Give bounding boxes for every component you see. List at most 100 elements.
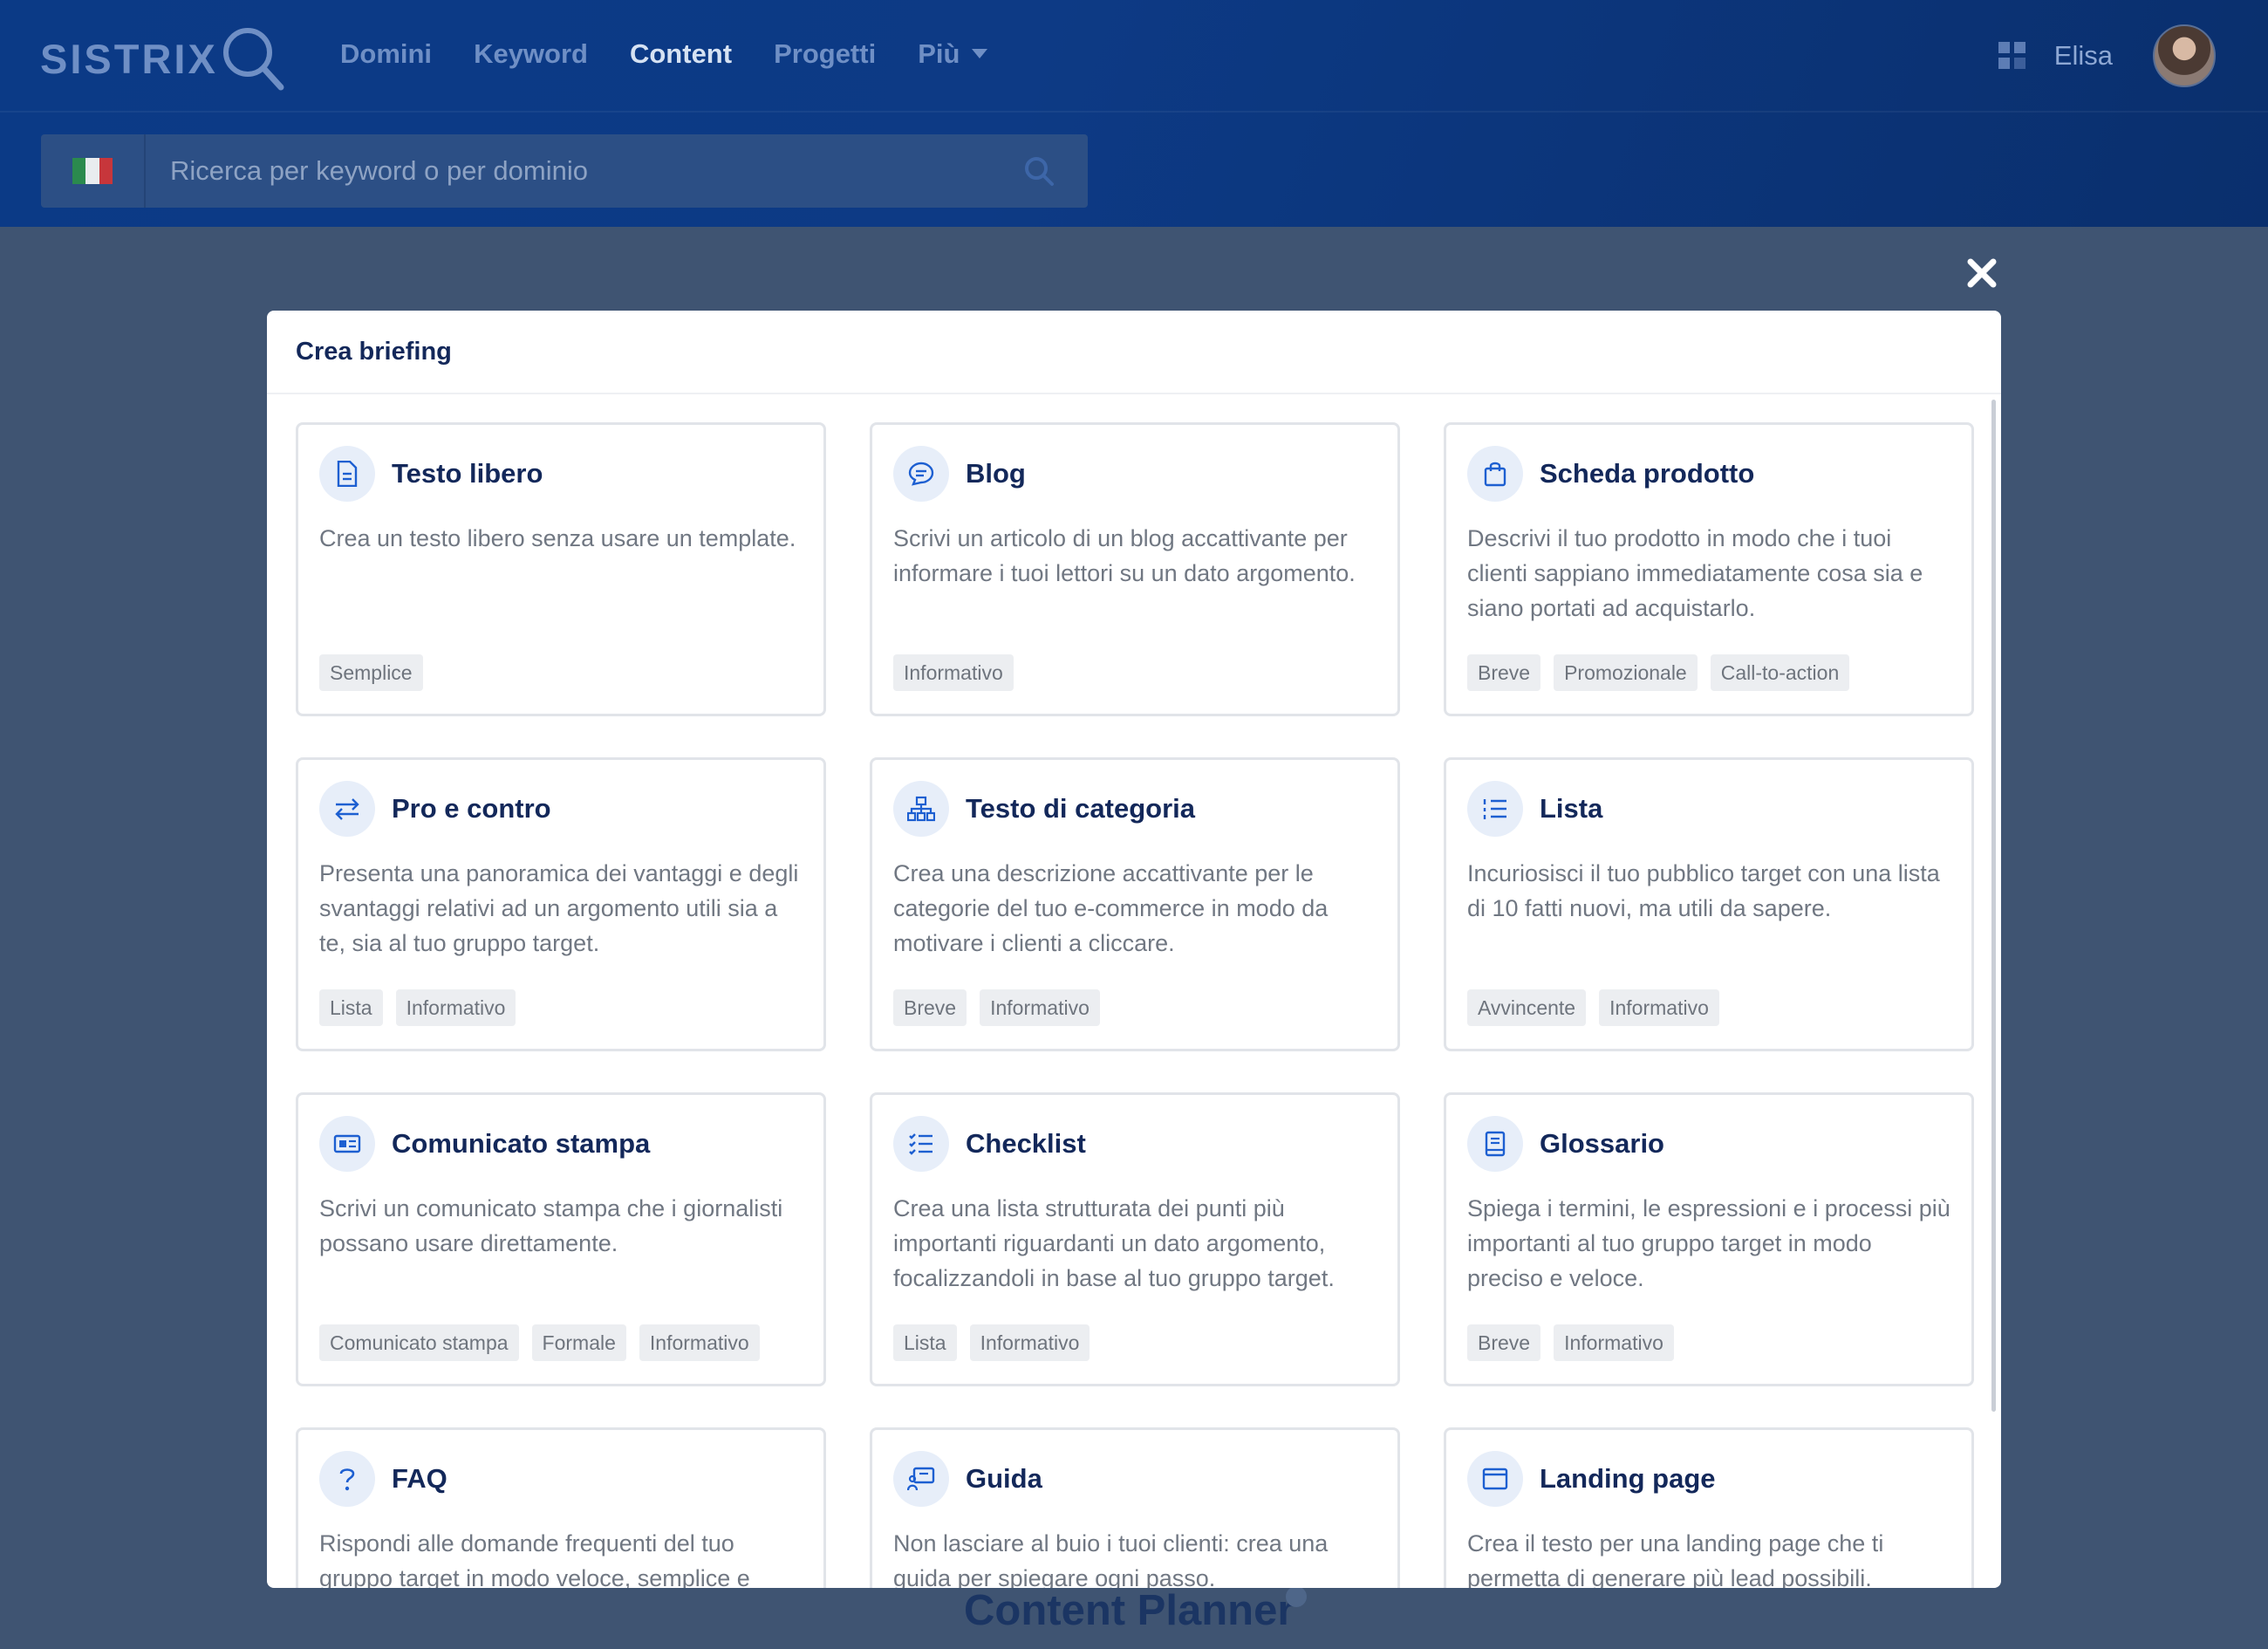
arrows-swap-icon [319, 781, 375, 837]
search-bar [41, 134, 1088, 208]
nav-content[interactable]: Content [630, 38, 732, 70]
template-grid: Testo libero Crea un testo libero senza … [296, 422, 1975, 1588]
card-description: Presenta una panoramica dei vantaggi e d… [319, 860, 799, 956]
card-header: FAQ [319, 1451, 803, 1507]
question-icon [319, 1451, 375, 1507]
card-title: Scheda prodotto [1540, 458, 1755, 489]
template-card-scheda-prodotto[interactable]: Scheda prodotto Descrivi il tuo prodotto… [1444, 422, 1974, 716]
card-header: Scheda prodotto [1467, 446, 1950, 502]
tag: Breve [893, 989, 967, 1026]
nav-progetti[interactable]: Progetti [774, 38, 876, 70]
card-description: Crea un testo libero senza usare un temp… [319, 525, 796, 551]
card-title: Testo di categoria [966, 793, 1195, 824]
presentation-icon [893, 1451, 949, 1507]
user-area: Elisa [1998, 24, 2216, 87]
tag: Promozionale [1554, 654, 1698, 691]
tag: Informativo [969, 1324, 1090, 1361]
card-description: Rispondi alle domande frequenti del tuo … [319, 1530, 750, 1588]
country-selector[interactable] [41, 134, 146, 208]
tag: Breve [1467, 654, 1541, 691]
user-name[interactable]: Elisa [2054, 40, 2113, 72]
card-description: Crea il testo per una landing page che t… [1467, 1530, 1884, 1588]
page-title: Content Planner [964, 1587, 1295, 1634]
tag: Informativo [893, 654, 1014, 691]
card-description: Crea una lista strutturata dei punti più… [893, 1195, 1335, 1291]
card-header: Guida [893, 1451, 1377, 1507]
header-divider [0, 111, 2268, 113]
card-tags: Avvincente Informativo [1467, 989, 1732, 1026]
tag: Comunicato stampa [319, 1324, 519, 1361]
card-description: Spiega i termini, le espressioni e i pro… [1467, 1195, 1950, 1291]
modal-body: Testo libero Crea un testo libero senza … [296, 422, 1975, 1588]
nav-bar: SISTRIX Domini Keyword Content Progetti … [0, 0, 2268, 112]
card-title: Testo libero [392, 458, 543, 489]
card-description: Descrivi il tuo prodotto in modo che i t… [1467, 525, 1923, 621]
modal-title: Crea briefing [296, 337, 452, 366]
card-description: Scrivi un articolo di un blog accattivan… [893, 525, 1356, 586]
caret-down-icon [972, 49, 988, 58]
card-title: Blog [966, 458, 1026, 489]
sistrix-logo[interactable]: SISTRIX [40, 26, 284, 91]
tag: Lista [893, 1324, 957, 1361]
card-header: Lista [1467, 781, 1950, 837]
top-header: SISTRIX Domini Keyword Content Progetti … [0, 0, 2268, 227]
browser-window-icon [1467, 1451, 1523, 1507]
card-title: Lista [1540, 793, 1603, 824]
template-card-pro-e-contro[interactable]: Pro e contro Presenta una panoramica dei… [296, 757, 826, 1051]
card-tags: Comunicato stampa Formale Informativo [319, 1324, 773, 1361]
tag: Call-to-action [1710, 654, 1850, 691]
card-title: Checklist [966, 1128, 1086, 1159]
card-tags: Semplice [319, 654, 436, 691]
tag: Informativo [980, 989, 1100, 1026]
search-icon[interactable] [1023, 155, 1055, 187]
template-card-landing-page[interactable]: Landing page Crea il testo per una landi… [1444, 1427, 1974, 1588]
modal-scrollbar[interactable] [1991, 400, 1996, 1412]
nav-keyword[interactable]: Keyword [474, 38, 588, 70]
card-description: Non lasciare al buio i tuoi clienti: cre… [893, 1530, 1329, 1588]
checklist-icon [893, 1116, 949, 1172]
card-description: Crea una descrizione accattivante per le… [893, 860, 1329, 956]
close-icon[interactable] [1966, 257, 1998, 289]
card-title: Glossario [1540, 1128, 1664, 1159]
template-card-blog[interactable]: Blog Scrivi un articolo di un blog accat… [870, 422, 1400, 716]
tag: Informativo [1599, 989, 1719, 1026]
newspaper-icon [319, 1116, 375, 1172]
template-card-comunicato-stampa[interactable]: Comunicato stampa Scrivi un comunicato s… [296, 1092, 826, 1386]
template-card-guida[interactable]: Guida Non lasciare al buio i tuoi client… [870, 1427, 1400, 1588]
tag: Informativo [639, 1324, 760, 1361]
document-icon [319, 446, 375, 502]
main-nav: Domini Keyword Content Progetti Più [340, 38, 1029, 70]
apps-grid-icon[interactable] [1998, 42, 2026, 70]
card-title: Pro e contro [392, 793, 551, 824]
magnifier-logo-icon [222, 28, 284, 91]
card-title: FAQ [392, 1463, 447, 1494]
numbered-list-icon [1467, 781, 1523, 837]
card-header: Comunicato stampa [319, 1116, 803, 1172]
tag: Informativo [395, 989, 516, 1026]
sitemap-icon [893, 781, 949, 837]
create-briefing-modal: Crea briefing Testo libero Crea un testo… [267, 311, 2001, 1588]
tag: Lista [319, 989, 383, 1026]
nav-more-dropdown[interactable]: Più [918, 38, 988, 70]
template-card-testo-libero[interactable]: Testo libero Crea un testo libero senza … [296, 422, 826, 716]
card-header: Blog [893, 446, 1377, 502]
card-tags: Breve Promozionale Call-to-action [1467, 654, 1862, 691]
card-header: Glossario [1467, 1116, 1950, 1172]
help-icon[interactable] [1286, 1586, 1307, 1607]
template-card-testo-di-categoria[interactable]: Testo di categoria Crea una descrizione … [870, 757, 1400, 1051]
card-description: Incuriosisci il tuo pubblico target con … [1467, 860, 1940, 921]
card-header: Checklist [893, 1116, 1377, 1172]
template-card-lista[interactable]: Lista Incuriosisci il tuo pubblico targe… [1444, 757, 1974, 1051]
nav-domini[interactable]: Domini [340, 38, 432, 70]
template-card-checklist[interactable]: Checklist Crea una lista strutturata dei… [870, 1092, 1400, 1386]
template-card-glossario[interactable]: Glossario Spiega i termini, le espressio… [1444, 1092, 1974, 1386]
search-input[interactable] [146, 134, 1023, 208]
avatar[interactable] [2153, 24, 2216, 87]
card-title: Guida [966, 1463, 1042, 1494]
tag: Informativo [1554, 1324, 1674, 1361]
card-description: Scrivi un comunicato stampa che i giorna… [319, 1195, 783, 1256]
card-header: Landing page [1467, 1451, 1950, 1507]
tag: Breve [1467, 1324, 1541, 1361]
template-card-faq[interactable]: FAQ Rispondi alle domande frequenti del … [296, 1427, 826, 1588]
modal-header: Crea briefing [267, 311, 2001, 394]
